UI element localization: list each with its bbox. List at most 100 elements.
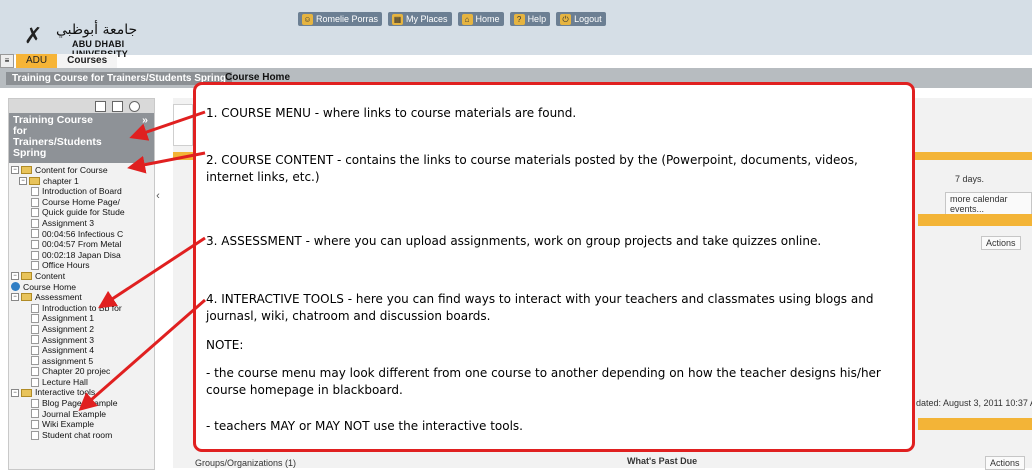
document-icon	[31, 398, 39, 408]
calendar-days-text: 7 days.	[955, 174, 985, 184]
document-icon	[31, 218, 39, 228]
document-icon	[31, 208, 39, 218]
course-menu-collapse-icon[interactable]: »	[142, 115, 148, 126]
course-menu-item[interactable]: Assignment 2	[11, 323, 154, 335]
nav-logout[interactable]: ⏻ Logout	[556, 12, 606, 26]
course-menu-item[interactable]: Lecture Hall	[11, 377, 154, 388]
course-menu-item[interactable]: Quick guide for Stude	[11, 207, 154, 218]
refresh-icon[interactable]	[129, 101, 140, 112]
course-menu-title[interactable]: Training Course for Trainers/Students Sp…	[9, 113, 154, 163]
document-icon	[31, 409, 39, 419]
callout-line-course-content: 2. COURSE CONTENT - contains the links t…	[206, 153, 858, 184]
course-menu-item[interactable]: Office Hours	[11, 260, 154, 271]
logout-icon: ⏻	[560, 13, 572, 25]
home-icon: ⌂	[461, 13, 473, 25]
course-menu-item[interactable]: − Interactive tools	[11, 387, 154, 398]
course-menu-item[interactable]: Course Home	[11, 282, 154, 293]
course-menu-item-label: Introduction to Bb for	[42, 302, 122, 313]
callout-note-2: - teachers MAY or MAY NOT use the intera…	[206, 419, 523, 433]
document-icon	[31, 261, 39, 271]
course-menu-item-label: Introduction of Board	[42, 186, 122, 197]
course-menu-item-label: chapter 1	[43, 175, 79, 186]
course-menu-item-label: 00:02:18 Japan Disa	[42, 249, 121, 260]
course-menu-item[interactable]: Assignment 3	[11, 218, 154, 229]
university-logo[interactable]: ✗ جامعة أبوظبي ABU DHABI UNIVERSITY	[24, 22, 164, 59]
document-icon	[31, 250, 39, 260]
globe-icon	[11, 282, 20, 292]
nav-home-label: Home	[475, 14, 500, 24]
nav-my-places[interactable]: ▦ My Places	[388, 12, 452, 26]
course-menu-item[interactable]: Chapter 20 projec	[11, 366, 154, 377]
course-menu-item-label: Office Hours	[42, 260, 90, 271]
course-menu-item-label: assignment 5	[42, 355, 94, 366]
more-calendar-events-button[interactable]: more calendar events...	[945, 192, 1032, 216]
folder-icon	[21, 272, 32, 281]
expand-toggle-icon[interactable]: −	[19, 176, 27, 185]
course-menu-item[interactable]: − chapter 1	[11, 175, 154, 187]
expand-toggle-icon[interactable]: −	[11, 272, 19, 281]
course-menu-item[interactable]: Introduction of Board	[11, 186, 154, 197]
callout-line-interactive-tools: 4. INTERACTIVE TOOLS - here you can find…	[206, 292, 874, 323]
nav-help-label: Help	[527, 14, 547, 24]
course-menu-item[interactable]: Introduction to Bb for	[11, 302, 154, 314]
document-icon	[31, 229, 39, 239]
document-icon	[31, 430, 39, 440]
course-menu-item-label: Chapter 20 projec	[42, 366, 111, 377]
course-menu-item[interactable]: Student chat room	[11, 429, 154, 441]
course-menu-item[interactable]: Assignment 1	[11, 313, 154, 324]
nav-home[interactable]: ⌂ Home	[457, 12, 504, 26]
course-menu-item-label: Assignment 2	[42, 323, 95, 334]
document-icon	[31, 335, 39, 345]
tab-adu[interactable]: ADU	[16, 54, 58, 68]
course-menu-item-label: Student chat room	[42, 429, 113, 440]
course-menu-item[interactable]: Journal Example	[11, 409, 154, 420]
course-menu-item-label: Interactive tools	[35, 387, 96, 398]
top-banner: ✗ جامعة أبوظبي ABU DHABI UNIVERSITY ☺Rom…	[0, 0, 1032, 59]
document-icon	[31, 324, 39, 334]
tab-menu-icon[interactable]: ≡	[0, 54, 14, 68]
course-menu-item[interactable]: − Content for Course	[11, 165, 154, 176]
folder-view-icon[interactable]	[95, 101, 106, 112]
groups-label[interactable]: Groups/Organizations (1)	[195, 458, 296, 468]
course-menu-item[interactable]: − Assessment	[11, 292, 154, 303]
course-menu-item[interactable]: 00:04:56 Infectious C	[11, 229, 154, 240]
nav-help[interactable]: ? Help	[509, 12, 551, 26]
course-menu-item[interactable]: assignment 5	[11, 355, 154, 367]
course-menu-item[interactable]: 00:02:18 Japan Disa	[11, 249, 154, 261]
course-menu-item-label: Assignment 3	[42, 334, 95, 345]
tab-courses[interactable]: Courses	[57, 54, 118, 68]
course-menu-item[interactable]: Blog Page Example	[11, 398, 154, 409]
course-menu-item-label: Blog Page Example	[42, 398, 118, 409]
module-header-bar-3	[918, 418, 1032, 430]
window-view-icon[interactable]	[112, 101, 123, 112]
folder-icon	[21, 388, 32, 397]
course-menu-item[interactable]: 00:04:57 From Metal	[11, 239, 154, 250]
expand-toggle-icon[interactable]: −	[11, 166, 19, 175]
folder-icon	[21, 293, 32, 302]
callout-note-1: - the course menu may look different fro…	[206, 366, 881, 397]
sidebar-collapse-icon[interactable]: ‹	[152, 190, 164, 210]
course-menu-item-label: Content	[35, 270, 66, 281]
expand-toggle-icon[interactable]: −	[11, 293, 19, 302]
course-menu-item[interactable]: Assignment 4	[11, 345, 154, 356]
course-menu-item-label: Course Home Page/	[42, 196, 120, 207]
course-menu-item[interactable]: − Content	[11, 270, 154, 282]
whats-past-due-title: What's Past Due	[627, 456, 698, 466]
course-menu-item[interactable]: Course Home Page/	[11, 196, 154, 208]
course-menu: Training Course for Trainers/Students Sp…	[8, 98, 155, 470]
course-menu-item-label: Wiki Example	[42, 419, 95, 430]
course-menu-item-label: Quick guide for Stude	[42, 207, 125, 218]
nav-user-label: Romelie Porras	[316, 14, 379, 24]
course-menu-toolbar	[9, 99, 154, 113]
nav-user[interactable]: ☺ Romelie Porras	[298, 12, 383, 26]
course-menu-item-label: 00:04:57 From Metal	[42, 239, 122, 250]
actions-button[interactable]: Actions	[981, 236, 1021, 250]
left-panel-edge	[173, 104, 193, 146]
document-icon	[31, 186, 39, 196]
places-icon: ▦	[392, 13, 404, 25]
course-menu-item[interactable]: Assignment 3	[11, 334, 154, 346]
expand-toggle-icon[interactable]: −	[11, 388, 19, 397]
user-icon: ☺	[302, 13, 313, 25]
course-menu-item[interactable]: Wiki Example	[11, 419, 154, 430]
document-icon	[31, 197, 39, 207]
